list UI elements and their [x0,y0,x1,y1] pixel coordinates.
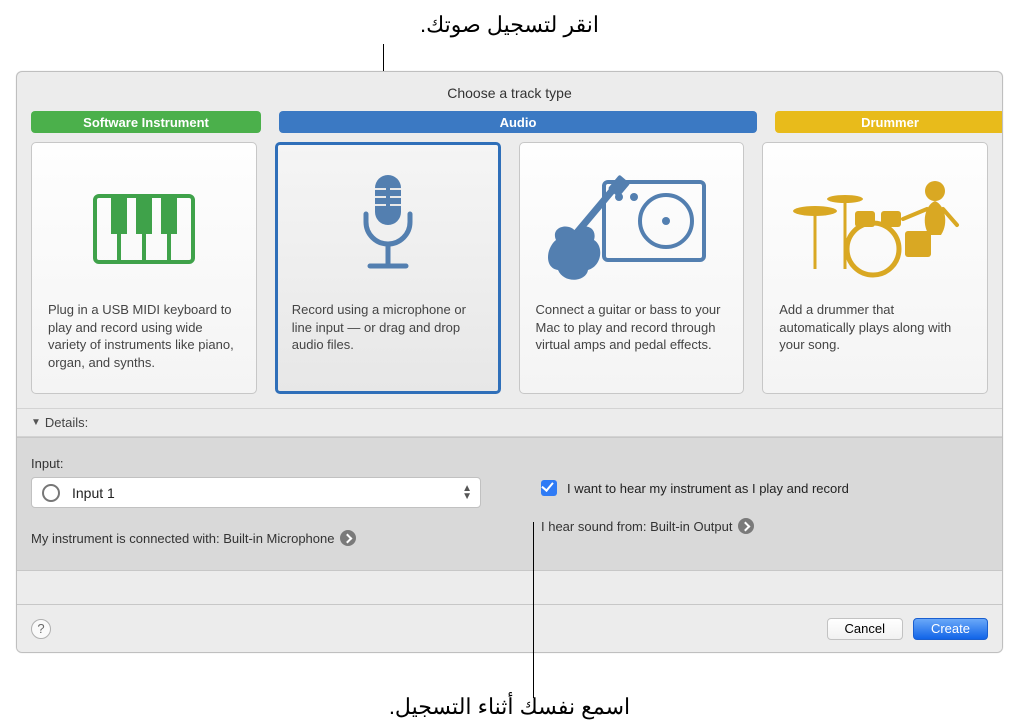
callout-bottom-text: اسمع نفسك أثناء التسجيل. [0,694,1019,720]
card-software-desc: Plug in a USB MIDI keyboard to play and … [48,301,240,371]
input-field-label: Input: [31,456,501,471]
callout-top-text: انقر لتسجيل صوتك. [0,12,1019,38]
microphone-icon [292,156,484,301]
output-arrow-icon[interactable] [738,518,754,534]
create-button[interactable]: Create [913,618,988,640]
new-track-panel: Choose a track type Software Instrument … [16,71,1003,653]
card-audio-mic[interactable]: Record using a microphone or line input … [275,142,501,394]
tab-software-instrument: Software Instrument [31,111,261,133]
help-button[interactable]: ? [31,619,51,639]
card-guitar-desc: Connect a guitar or bass to your Mac to … [536,301,728,354]
input-channel-icon [42,484,60,502]
instrument-connection-arrow-icon[interactable] [340,530,356,546]
instrument-connection-text: My instrument is connected with: Built-i… [31,531,334,546]
details-label: Details: [45,415,88,430]
cancel-button[interactable]: Cancel [827,618,903,640]
details-body: Input: Input 1 ▲▼ My instrument is conne… [17,437,1002,571]
output-text: I hear sound from: Built-in Output [541,519,732,534]
monitoring-checkbox[interactable] [541,480,557,496]
tab-drummer: Drummer [775,111,1003,133]
tab-audio: Audio [279,111,757,133]
card-drummer[interactable]: Add a drummer that automatically plays a… [762,142,988,394]
card-mic-desc: Record using a microphone or line input … [292,301,484,354]
panel-footer: ? Cancel Create [17,604,1002,652]
input-select-value: Input 1 [72,485,115,501]
monitoring-checkbox-label: I want to hear my instrument as I play a… [567,481,849,496]
disclosure-triangle-icon[interactable]: ▼ [31,417,41,428]
callout-line-top [383,44,384,71]
card-drummer-desc: Add a drummer that automatically plays a… [779,301,971,354]
guitar-amp-icon [536,156,728,301]
select-chevrons-icon: ▲▼ [462,485,472,501]
card-software-instrument[interactable]: Plug in a USB MIDI keyboard to play and … [31,142,257,394]
input-select[interactable]: Input 1 ▲▼ [31,477,481,508]
panel-title: Choose a track type [17,72,1002,111]
callout-line-bottom [533,522,534,698]
category-tabs: Software Instrument Audio Drummer [17,111,1002,133]
card-audio-guitar[interactable]: Connect a guitar or bass to your Mac to … [519,142,745,394]
drummer-icon [779,156,971,301]
keyboard-icon [48,156,240,301]
track-type-cards: Plug in a USB MIDI keyboard to play and … [17,133,1002,408]
details-header[interactable]: ▼ Details: [17,408,1002,437]
